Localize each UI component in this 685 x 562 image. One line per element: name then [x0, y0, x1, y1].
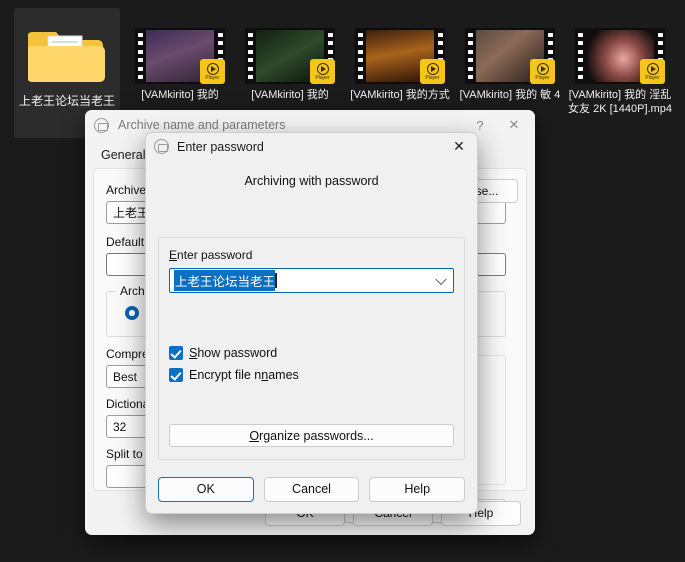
desktop-video-label: [VAMkirito] 我的 淫乱女友 2K [1440P].mp4: [568, 89, 672, 115]
default-profile-label: Default: [106, 235, 145, 249]
dictionary-size-label: Dictiona: [106, 397, 150, 411]
film-strip-icon: Player: [465, 28, 555, 84]
enter-password-dialog: Enter password ✕ Archiving with password…: [145, 132, 478, 514]
player-badge-icon: Player: [310, 59, 335, 84]
close-icon[interactable]: ✕: [443, 134, 475, 160]
folder-icon: [27, 22, 106, 86]
desktop-folder-label: 上老王论坛当老王: [18, 94, 115, 108]
split-volumes-label: Split to: [106, 447, 143, 461]
password-dialog-footer: OK Cancel Help: [146, 465, 477, 513]
film-strip-icon: Player: [575, 28, 665, 84]
desktop-video-label: [VAMkirito] 我的方式: [350, 89, 450, 101]
encrypt-file-names-label: Encrypt file nnames: [189, 368, 299, 382]
player-badge-icon: Player: [200, 59, 225, 84]
password-ok-button[interactable]: OK: [158, 476, 254, 502]
organize-passwords-button[interactable]: Organize passwords...: [169, 424, 454, 447]
password-input[interactable]: 上老王论坛当老王: [169, 268, 454, 293]
chevron-down-icon[interactable]: [435, 273, 447, 285]
desktop-video-label: [VAMkirito] 我的: [141, 89, 219, 101]
winrar-icon: [154, 139, 169, 154]
password-help-button[interactable]: Help: [369, 476, 466, 502]
player-badge-icon: Player: [420, 59, 445, 84]
show-password-label: Show password: [189, 346, 278, 360]
show-password-checkbox-row[interactable]: Show password: [169, 346, 277, 360]
archive-name-label: Archive: [106, 183, 147, 197]
password-dialog-subtitle: Archiving with password: [244, 174, 379, 188]
encrypt-file-names-checkbox-row[interactable]: Encrypt file nnames: [169, 368, 299, 382]
text-caret: [275, 273, 277, 288]
film-strip-icon: Player: [245, 28, 335, 84]
password-dialog-title: Enter password: [177, 139, 264, 154]
player-badge-icon: Player: [530, 59, 555, 84]
film-strip-icon: Player: [135, 28, 225, 84]
password-cancel-button[interactable]: Cancel: [263, 476, 360, 502]
archive-dialog-title: Archive name and parameters: [118, 118, 286, 132]
desktop-video-label: [VAMkirito] 我的 敏 4: [459, 89, 561, 101]
show-password-checkbox[interactable]: [169, 346, 183, 360]
encrypt-file-names-checkbox[interactable]: [169, 368, 183, 382]
enter-password-label: Enter password: [169, 248, 253, 262]
winrar-icon: [94, 117, 109, 133]
radio-format-rar[interactable]: [125, 306, 139, 320]
compression-method-label: Compre: [106, 347, 149, 361]
password-input-value: 上老王论坛当老王: [174, 270, 276, 291]
password-options-group: Enter password 上老王论坛当老王 Show password En…: [158, 237, 465, 460]
password-dialog-titlebar: Enter password ✕: [146, 133, 477, 160]
film-strip-icon: Player: [355, 28, 445, 84]
close-icon[interactable]: ✕: [497, 111, 531, 139]
desktop-video-item[interactable]: Player [VAMkirito] 我的 淫乱女友 2K [1440P].mp…: [568, 28, 672, 140]
desktop-video-label: [VAMkirito] 我的: [251, 89, 329, 101]
player-badge-icon: Player: [640, 59, 665, 84]
